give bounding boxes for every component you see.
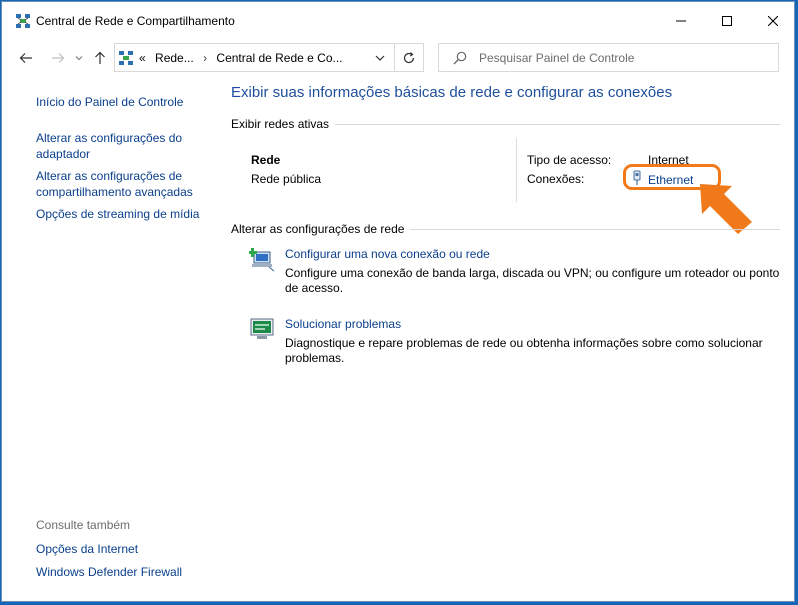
recent-locations-button[interactable] [72, 46, 86, 70]
setup-new-connection-link[interactable]: Configurar uma nova conexão ou rede [285, 247, 490, 261]
access-type-label: Tipo de acesso: [527, 153, 612, 167]
troubleshoot-description: Diagnostique e repare problemas de rede … [285, 336, 763, 365]
minimize-button[interactable] [658, 2, 704, 40]
search-icon [453, 51, 467, 65]
sidebar-link-control-panel-home[interactable]: Início do Painel de Controle [36, 94, 216, 110]
change-settings-heading: Alterar as configurações de rede [231, 222, 411, 236]
setup-new-connection-description: Configure uma conexão de banda larga, di… [285, 266, 780, 295]
refresh-icon [403, 51, 415, 63]
refresh-button[interactable] [395, 43, 424, 72]
search-box[interactable]: Pesquisar Painel de Controle [438, 43, 779, 72]
sidebar-link-adapter-settings[interactable]: Alterar as configurações do adaptador [36, 130, 211, 162]
chevron-down-icon [75, 56, 83, 61]
close-button[interactable] [750, 2, 796, 40]
network-sharing-center-window: Central de Rede e Compartilhamento « Red… [1, 1, 795, 602]
breadcrumb-item-network[interactable]: Rede... [155, 51, 194, 65]
up-button[interactable] [88, 46, 112, 70]
active-networks-heading: Exibir redes ativas [231, 117, 336, 131]
see-also-link-firewall[interactable]: Windows Defender Firewall [36, 564, 182, 580]
change-settings-group: Alterar as configurações de rede [231, 222, 780, 236]
chevron-down-icon[interactable] [373, 50, 387, 66]
breadcrumb-item-sharing-center[interactable]: Central de Rede e Co... [216, 51, 342, 65]
arrow-right-icon [52, 53, 65, 63]
troubleshoot-link[interactable]: Solucionar problemas [285, 317, 401, 331]
connections-label: Conexões: [527, 172, 585, 186]
maximize-icon [722, 16, 732, 26]
close-icon [768, 16, 778, 26]
active-networks-group: Exibir redes ativas [231, 117, 780, 131]
minimize-icon [676, 20, 686, 22]
breadcrumb-separator: › [203, 51, 208, 65]
arrow-up-icon [95, 51, 105, 64]
back-button[interactable] [14, 46, 38, 70]
page-title: Exibir suas informações básicas de rede … [231, 84, 673, 101]
breadcrumb-overflow[interactable]: « [139, 51, 146, 65]
network-center-icon [16, 14, 30, 28]
sidebar-link-advanced-sharing[interactable]: Alterar as configurações de compartilham… [36, 168, 211, 200]
sidebar-link-media-streaming[interactable]: Opções de streaming de mídia [36, 206, 216, 222]
forward-button[interactable] [46, 46, 70, 70]
new-connection-icon [249, 248, 275, 272]
see-also-heading: Consulte também [36, 518, 131, 532]
network-center-icon [119, 51, 133, 65]
arrow-left-icon [19, 53, 32, 63]
breadcrumb: « Rede... › Central de Rede e Co... [139, 51, 343, 65]
see-also-link-internet-options[interactable]: Opções da Internet [36, 541, 138, 557]
window-title: Central de Rede e Compartilhamento [36, 14, 235, 28]
address-bar[interactable]: « Rede... › Central de Rede e Co... [114, 43, 395, 72]
network-name: Rede [251, 153, 281, 167]
ethernet-icon [633, 170, 641, 185]
maximize-button[interactable] [704, 2, 750, 40]
vertical-divider [516, 138, 517, 202]
ethernet-connection-link[interactable]: Ethernet [648, 172, 693, 188]
troubleshoot-icon [250, 318, 274, 339]
network-category-link[interactable]: Rede pública [251, 172, 321, 186]
search-input[interactable]: Pesquisar Painel de Controle [479, 51, 634, 65]
title-bar[interactable]: Central de Rede e Compartilhamento [2, 2, 794, 40]
